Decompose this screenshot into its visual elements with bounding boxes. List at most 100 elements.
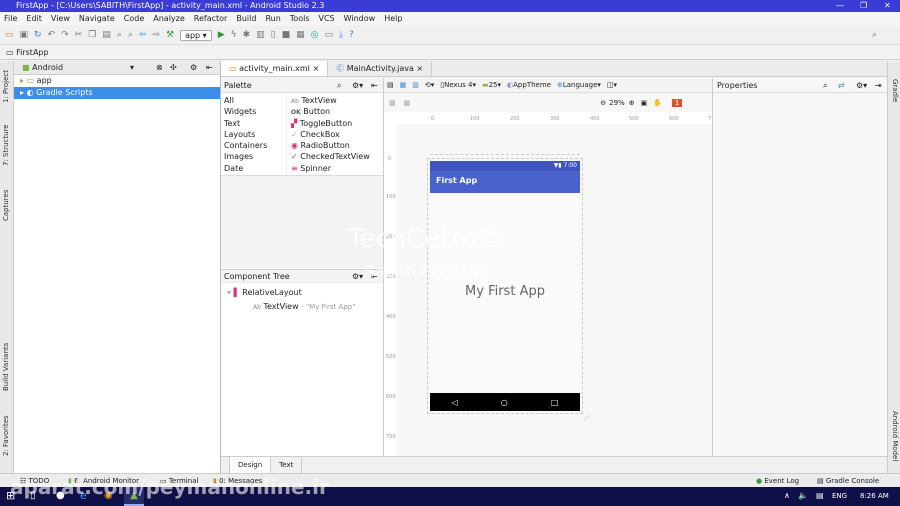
sync-icon[interactable]: ↻ xyxy=(34,30,42,40)
widget-togglebutton[interactable]: ▞ ToggleButton xyxy=(290,118,380,129)
menu-code[interactable]: Code xyxy=(124,12,144,25)
search-icon[interactable]: ⌕ xyxy=(823,78,827,93)
category-date[interactable]: Date xyxy=(221,163,286,174)
widget-checkbox[interactable]: ✓ CheckBox xyxy=(290,129,380,140)
language-select[interactable]: ⊕Language▾ xyxy=(557,81,601,89)
search-everywhere-icon[interactable]: ⌕ xyxy=(872,30,877,40)
toggle-view-icon[interactable]: ⇄ xyxy=(838,78,845,93)
widget-textview[interactable]: Ab TextView xyxy=(290,95,380,106)
layout-variants-icon[interactable]: ◫▾ xyxy=(607,81,617,89)
gear-icon[interactable]: ⚙▾ xyxy=(352,78,363,93)
tree-node-relativelayout[interactable]: ▾ ▌ RelativeLayout xyxy=(221,287,302,299)
gear-icon[interactable]: ⚙ xyxy=(190,61,197,75)
close-button[interactable]: ✕ xyxy=(884,0,891,12)
avd-manager-icon[interactable]: ▦ xyxy=(296,30,305,40)
replace-icon[interactable]: ⌕ xyxy=(128,30,133,40)
textview-preview[interactable]: My First App xyxy=(430,284,580,299)
gear-icon[interactable]: ⚙▾ xyxy=(352,270,363,284)
theme-select[interactable]: ◐AppTheme xyxy=(507,81,551,89)
menu-navigate[interactable]: Navigate xyxy=(79,12,115,25)
design-surface-icon[interactable]: ▤ xyxy=(387,81,394,89)
menu-window[interactable]: Window xyxy=(344,12,376,25)
run-config-select[interactable]: app ▾ xyxy=(180,29,212,41)
tree-item-app[interactable]: ▸ ▭ app xyxy=(14,75,220,87)
tab-mainactivity-java[interactable]: Ⓒ MainActivity.java × xyxy=(328,61,433,76)
stripe-android-model[interactable]: Android Model xyxy=(891,411,899,461)
orientation-icon[interactable]: ⟲▾ xyxy=(425,81,434,89)
category-layouts[interactable]: Layouts xyxy=(221,129,286,140)
zoom-in-icon[interactable]: ⊕ xyxy=(629,99,635,107)
minimize-button[interactable]: — xyxy=(836,0,844,12)
menu-run[interactable]: Run xyxy=(265,12,280,25)
category-images[interactable]: Images xyxy=(221,151,286,162)
blueprint-icon[interactable]: ▦ xyxy=(400,81,407,89)
forward-icon[interactable]: ⇨ xyxy=(152,30,160,40)
open-icon[interactable]: ▭ xyxy=(5,30,14,40)
close-tab-icon[interactable]: × xyxy=(312,64,319,73)
menu-edit[interactable]: Edit xyxy=(26,12,42,25)
attach-icon[interactable]: ▯ xyxy=(271,30,276,40)
widget-spinner[interactable]: ≡ Spinner xyxy=(290,163,380,174)
menu-tools[interactable]: Tools xyxy=(290,12,310,25)
hide-icon[interactable]: ⇥ xyxy=(875,78,882,93)
zoom-out-icon[interactable]: ⊖ xyxy=(600,99,606,107)
language-indicator[interactable]: ENG xyxy=(832,492,847,500)
hand-icon[interactable]: ✋ xyxy=(653,99,662,107)
tree-node-textview[interactable]: Ab TextView - "My First App" xyxy=(247,301,355,313)
close-tab-icon[interactable]: × xyxy=(416,64,423,73)
help-icon[interactable]: ? xyxy=(349,30,354,40)
category-widgets[interactable]: Widgets xyxy=(221,106,286,117)
widget-checkedtextview[interactable]: ✓ CheckedTextView xyxy=(290,151,380,162)
menu-file[interactable]: File xyxy=(4,12,17,25)
zoom-fit-icon[interactable]: ▣ xyxy=(641,99,648,107)
maximize-button[interactable]: ❐ xyxy=(860,0,867,12)
tool-gradle-console[interactable]: ▤ Gradle Console xyxy=(817,474,879,488)
make-icon[interactable]: ⚒ xyxy=(166,30,174,40)
menu-vcs[interactable]: VCS xyxy=(319,12,335,25)
pan-icon[interactable]: ▩ xyxy=(389,99,396,107)
collapse-icon[interactable]: ✣ xyxy=(170,61,177,75)
warnings-badge[interactable]: 1 xyxy=(671,99,683,107)
clock[interactable]: 8:26 AM xyxy=(860,492,889,500)
menu-build[interactable]: Build xyxy=(236,12,256,25)
save-icon[interactable]: ▣ xyxy=(20,30,29,40)
tab-text[interactable]: Text xyxy=(271,457,303,473)
category-text[interactable]: Text xyxy=(221,118,286,129)
volume-icon[interactable]: 🔈 xyxy=(798,491,808,500)
stop-icon[interactable]: ■ xyxy=(282,30,291,40)
breadcrumb-firstapp[interactable]: FirstApp xyxy=(16,48,48,57)
stripe-favorites[interactable]: 2: Favorites xyxy=(2,415,10,456)
scroll-from-source-icon[interactable]: ⊗ xyxy=(156,61,163,75)
search-icon[interactable]: ⌕ xyxy=(337,78,341,93)
menu-analyze[interactable]: Analyze xyxy=(153,12,185,25)
run-icon[interactable]: ▶ xyxy=(218,30,225,40)
gear-icon[interactable]: ⚙▾ xyxy=(856,78,867,93)
widget-button[interactable]: OK Button xyxy=(290,106,380,117)
stripe-captures[interactable]: Captures xyxy=(2,190,10,221)
hide-icon[interactable]: ⇤ xyxy=(371,78,378,93)
back-icon[interactable]: ⇦ xyxy=(139,30,147,40)
find-icon[interactable]: ⌕ xyxy=(117,30,122,40)
copy-icon[interactable]: ❐ xyxy=(88,30,96,40)
category-all[interactable]: All xyxy=(221,95,286,106)
api-select[interactable]: ▬25▾ xyxy=(482,81,501,89)
phone-preview[interactable]: ▼▮ 7:00 First App My First App ◁ ○ □ xyxy=(427,158,583,414)
pan-icon-2[interactable]: ▩ xyxy=(404,99,411,107)
stripe-build-variants[interactable]: Build Variants xyxy=(2,343,10,391)
category-containers[interactable]: Containers xyxy=(221,140,286,151)
menu-help[interactable]: Help xyxy=(384,12,402,25)
project-view-select[interactable]: ■ Android ▾ ⊗ ✣ ⚙ ⇤ xyxy=(14,61,220,75)
paste-icon[interactable]: ▤ xyxy=(102,30,111,40)
stripe-project[interactable]: 1: Project xyxy=(2,70,10,103)
device-select[interactable]: ▯Nexus 4▾ xyxy=(440,81,476,89)
debug-icon[interactable]: ✱ xyxy=(243,30,251,40)
profile-icon[interactable]: ▥ xyxy=(256,30,265,40)
hide-icon[interactable]: ⇤ xyxy=(206,61,213,75)
widget-radiobutton[interactable]: ◉ RadioButton xyxy=(290,140,380,151)
stripe-structure[interactable]: 7: Structure xyxy=(2,124,10,166)
tray-chevron-icon[interactable]: ∧ xyxy=(784,491,790,500)
tab-design[interactable]: Design xyxy=(229,457,272,473)
tree-item-gradle-scripts[interactable]: ▸ ◐ Gradle Scripts xyxy=(14,87,220,99)
stripe-gradle[interactable]: Gradle xyxy=(891,79,899,102)
notifications-icon[interactable]: ▤ xyxy=(816,491,824,500)
